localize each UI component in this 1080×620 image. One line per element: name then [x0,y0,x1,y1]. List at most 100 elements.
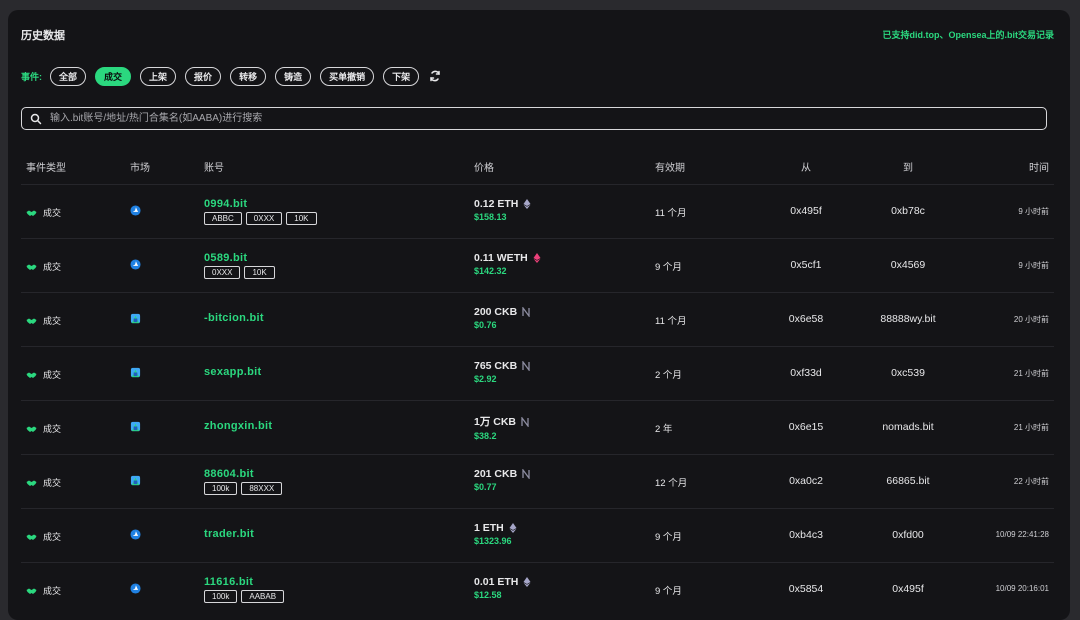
from-address[interactable]: 0x6e15 [766,421,846,433]
account-tag[interactable]: 0XXX [204,266,241,279]
price-usd: $12.58 [474,590,502,600]
handshake-icon [26,210,37,216]
account-link[interactable]: 0589.bit [204,252,279,264]
event-type-cell: 成交 [26,584,61,597]
to-address[interactable]: 66865.bit [853,475,963,487]
event-filter-label: 事件: [21,71,42,82]
price-usd: $158.13 [474,212,507,222]
refresh-icon[interactable] [428,69,442,83]
price-usd: $2.92 [474,374,497,384]
table-row[interactable]: 成交 88604.bit 100k 88XXX 201 CKB $0.77 12 个月 0xa… [21,454,1054,508]
event-type-label: 成交 [43,586,62,596]
account-link[interactable]: sexapp.bit [204,366,261,378]
marketplace-icon[interactable] [130,529,141,540]
account-link[interactable]: zhongxin.bit [204,420,272,432]
account-tag[interactable]: 100k [204,482,238,495]
table-row[interactable]: 成交 sexapp.bit 765 CKB $2.92 2 个月 0xf33d 0xc539… [21,346,1054,400]
table-row[interactable]: 成交 trader.bit 1 ETH $1323.96 9 个月 0xb4c3 0xfd0… [21,508,1054,562]
event-type-cell: 成交 [26,260,61,273]
event-type-cell: 成交 [26,476,61,489]
from-address[interactable]: 0x6e58 [766,313,846,325]
eth-icon [523,199,531,209]
price-cell: 765 CKB $2.92 [474,360,530,384]
price-usd: $142.32 [474,266,507,276]
event-chip[interactable]: 下架 [383,66,420,86]
search-icon [30,113,42,124]
event-chip[interactable]: 成交 [95,66,132,86]
event-chip[interactable]: 上架 [140,66,177,86]
event-time: 10/09 20:16:01 [995,584,1049,593]
event-chip[interactable]: 报价 [185,66,222,86]
account-link[interactable]: -bitcion.bit [204,312,264,324]
price-line: 200 CKB [474,306,530,318]
account-link[interactable]: 11616.bit [204,576,288,588]
price-value: 200 CKB [474,306,518,318]
table-row[interactable]: 成交 0994.bit ABBC 0XXX 10K 0.12 ETH $158.13 11 个… [21,184,1054,238]
search-bar[interactable] [21,107,1047,130]
handshake-icon [26,318,37,324]
didtop-icon[interactable] [130,313,141,324]
search-input[interactable] [48,112,1046,125]
marketplace-icon[interactable] [130,259,141,270]
to-address[interactable]: 0xb78c [853,205,963,217]
from-address[interactable]: 0x5cf1 [766,259,846,271]
account-tag[interactable]: 100k [204,590,238,603]
event-chip[interactable]: 铸造 [275,66,312,86]
price-cell: 0.12 ETH $158.13 [474,198,531,222]
price-line: 1万 CKB [474,414,529,429]
price-value: 765 CKB [474,360,518,372]
validity-value: 2 个月 [655,370,682,381]
to-address[interactable]: nomads.bit [853,421,963,433]
marketplace-icon[interactable] [130,205,141,216]
account-link[interactable]: 0994.bit [204,198,321,210]
validity-value: 2 年 [655,424,673,435]
marketplace-icon[interactable] [130,583,141,594]
event-type-cell: 成交 [26,422,61,435]
history-panel: 历史数据 已支持did.top、Opensea上的.bit交易记录 事件: 全部… [8,10,1070,620]
history-table-body: 成交 0994.bit ABBC 0XXX 10K 0.12 ETH $158.13 11 个… [21,184,1054,616]
to-address[interactable]: 88888wy.bit [853,313,963,325]
account-link[interactable]: 88604.bit [204,468,286,480]
to-address[interactable]: 0xc539 [853,367,963,379]
account-tag[interactable]: 10K [244,266,275,279]
handshake-icon [26,372,37,378]
price-line: 0.12 ETH [474,198,531,210]
price-value: 0.01 ETH [474,576,519,588]
account-tag[interactable]: AABAB [241,590,285,603]
table-row[interactable]: 成交 0589.bit 0XXX 10K 0.11 WETH $142.32 9 个月 0x5… [21,238,1054,292]
price-usd: $1323.96 [474,536,512,546]
event-type-label: 成交 [43,208,62,218]
price-cell: 200 CKB $0.76 [474,306,530,330]
from-address[interactable]: 0xb4c3 [766,529,846,541]
from-address[interactable]: 0x5854 [766,583,846,595]
event-filter-bar: 事件: 全部 成交 上架 报价 转移 铸造 买单撤销 下架 [21,65,442,87]
table-row[interactable]: 成交 11616.bit 100k AABAB 0.01 ETH $12.58 9 个月 0x… [21,562,1054,616]
from-address[interactable]: 0x495f [766,205,846,217]
event-time: 21 小时前 [1013,423,1049,432]
account-tag[interactable]: 0XXX [245,212,283,225]
didtop-icon[interactable] [130,475,141,486]
table-row[interactable]: 成交 -bitcion.bit 200 CKB $0.76 11 个月 0x6e58 888… [21,292,1054,346]
event-type-label: 成交 [43,532,62,542]
account-tag[interactable]: 88XXX [241,482,283,495]
to-address[interactable]: 0x495f [853,583,963,595]
from-address[interactable]: 0xf33d [766,367,846,379]
from-address[interactable]: 0xa0c2 [766,475,846,487]
event-chip[interactable]: 全部 [50,66,87,86]
event-chip[interactable]: 买单撤销 [320,66,375,86]
price-value: 201 CKB [474,468,518,480]
table-row[interactable]: 成交 zhongxin.bit 1万 CKB $38.2 2 年 0x6e15 nomads… [21,400,1054,454]
price-value: 0.12 ETH [474,198,519,210]
account-tags: ABBC 0XXX 10K [204,212,321,225]
event-time: 20 小时前 [1013,315,1049,324]
account-tag[interactable]: 10K [286,212,317,225]
didtop-icon[interactable] [130,367,141,378]
account-cell: sexapp.bit [204,366,261,378]
event-chip[interactable]: 转移 [230,66,267,86]
to-address[interactable]: 0x4569 [853,259,963,271]
col-account: 账号 [204,163,224,174]
to-address[interactable]: 0xfd00 [853,529,963,541]
didtop-icon[interactable] [130,421,141,432]
account-link[interactable]: trader.bit [204,528,254,540]
account-tag[interactable]: ABBC [204,212,242,225]
